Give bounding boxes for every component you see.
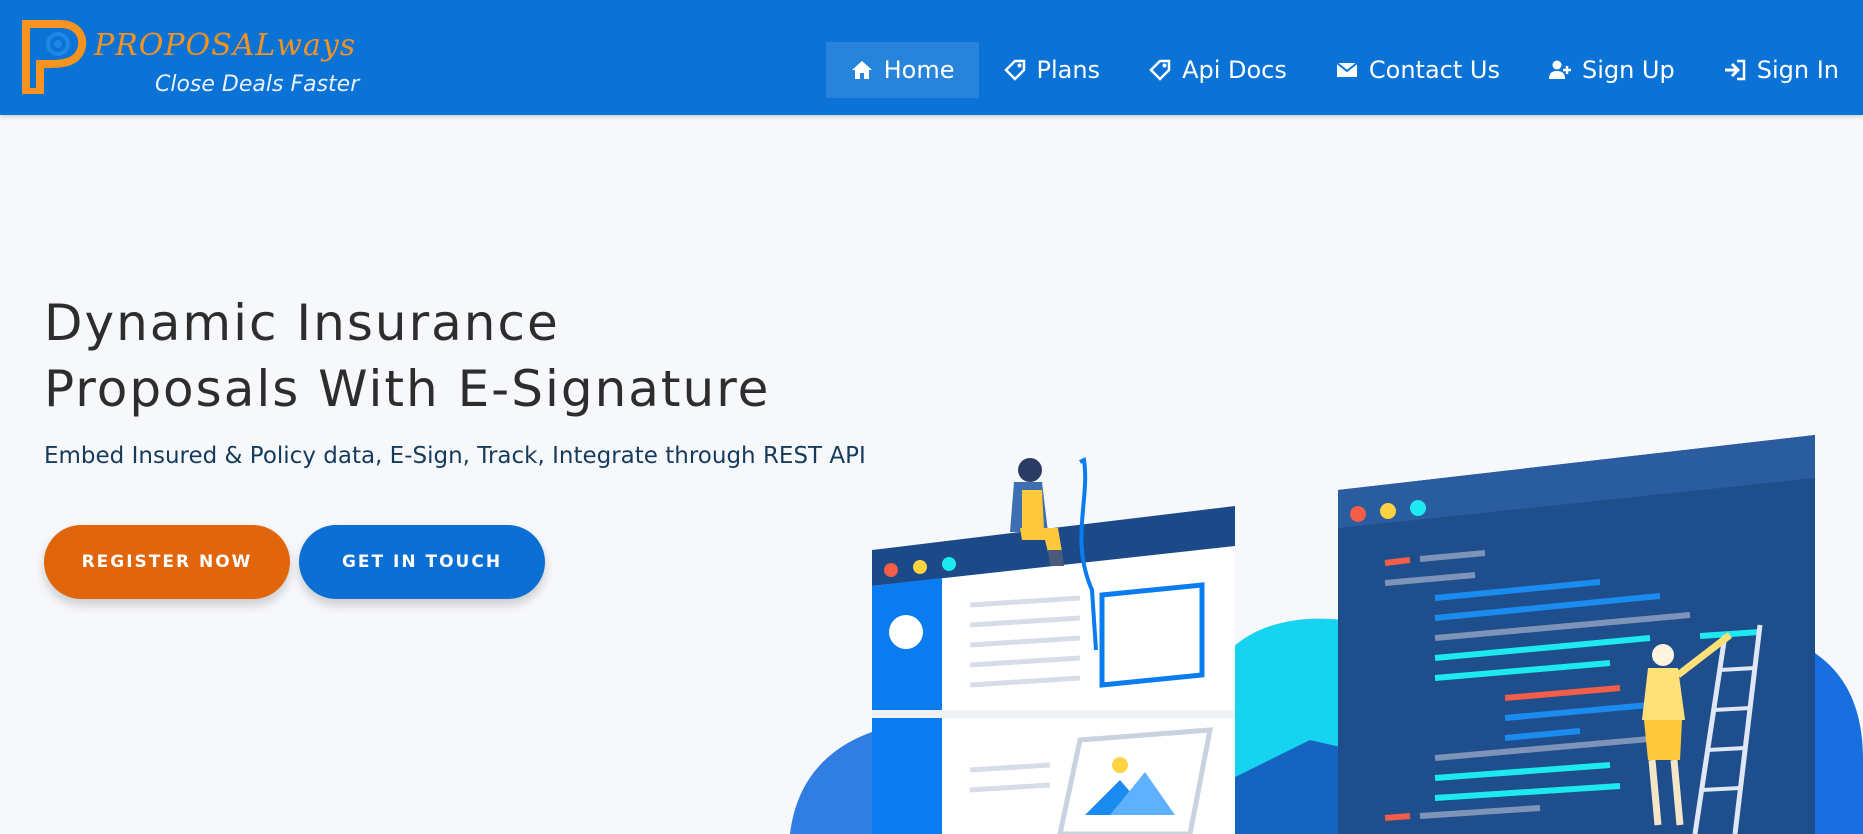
nav-home[interactable]: Home xyxy=(825,42,979,98)
sign-in-icon xyxy=(1724,59,1745,81)
nav-sign-in-label: Sign In xyxy=(1756,56,1839,84)
nav-api-docs-label: Api Docs xyxy=(1182,56,1287,84)
hero-title-line-1: Dynamic Insurance xyxy=(44,294,560,352)
user-plus-icon xyxy=(1548,60,1571,79)
envelope-icon xyxy=(1336,62,1358,77)
main-nav: Home Plans Api Docs Contact Us Sign Up S… xyxy=(825,42,1863,98)
home-icon xyxy=(851,61,872,79)
hero-title-line-2: Proposals With E-Signature xyxy=(44,360,771,418)
logo-wordmark: PROPOSALways xyxy=(94,28,357,63)
nav-api-docs[interactable]: Api Docs xyxy=(1124,42,1311,98)
hero-illustration xyxy=(790,435,1863,834)
hero-subtitle: Embed Insured & Policy data, E-Sign, Tra… xyxy=(44,443,866,469)
register-now-button[interactable]: REGISTER NOW xyxy=(44,525,290,599)
nav-contact-us-label: Contact Us xyxy=(1368,56,1500,84)
nav-sign-in[interactable]: Sign In xyxy=(1699,42,1863,98)
logo-mark-icon xyxy=(22,20,87,94)
hero-title: Dynamic Insurance Proposals With E-Signa… xyxy=(44,290,770,422)
nav-sign-up-label: Sign Up xyxy=(1581,56,1675,84)
nav-home-label: Home xyxy=(883,56,955,84)
nav-plans[interactable]: Plans xyxy=(979,42,1125,98)
nav-sign-up[interactable]: Sign Up xyxy=(1524,42,1699,98)
tag-icon xyxy=(1149,59,1171,81)
logo-tagline: Close Deals Faster xyxy=(155,72,360,97)
brand-logo[interactable]: PROPOSALways Close Deals Faster xyxy=(20,14,370,104)
top-navbar: PROPOSALways Close Deals Faster Home Pla… xyxy=(0,0,1863,115)
nav-contact-us[interactable]: Contact Us xyxy=(1311,42,1524,98)
tag-icon xyxy=(1003,59,1025,81)
get-in-touch-button[interactable]: GET IN TOUCH xyxy=(299,525,545,599)
nav-plans-label: Plans xyxy=(1036,56,1101,84)
